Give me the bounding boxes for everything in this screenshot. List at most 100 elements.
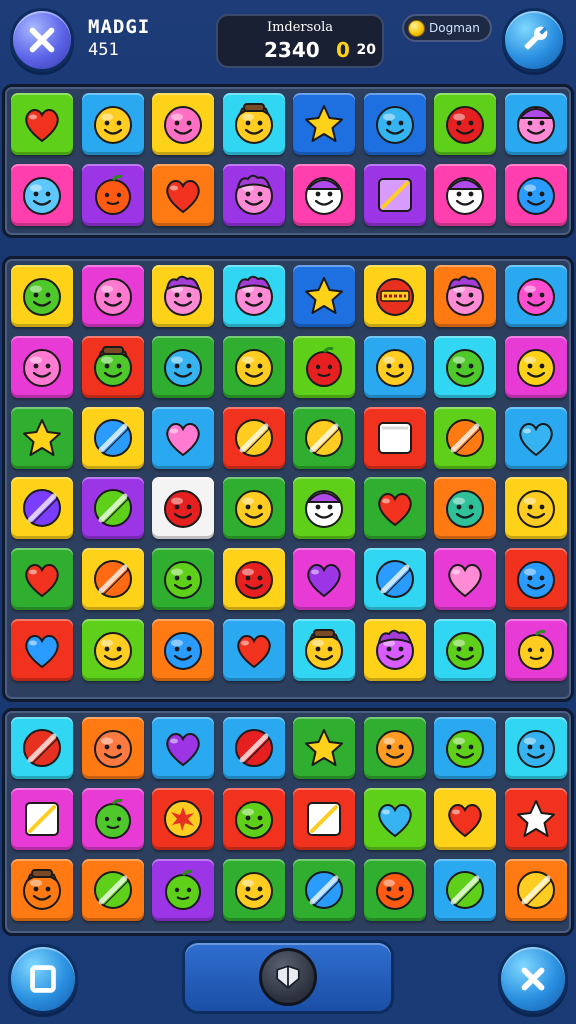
tile-middle-r3-c3[interactable] <box>152 406 214 469</box>
tile-bottom-r3-c3[interactable] <box>152 858 214 921</box>
tile-bottom-r2-c5[interactable] <box>293 787 355 850</box>
tile-middle-r6-c4[interactable] <box>222 619 285 681</box>
tile-middle-r5-c2[interactable] <box>81 548 144 611</box>
tile-middle-r4-c7[interactable] <box>434 477 496 540</box>
star-icon <box>305 105 343 142</box>
tile-bottom-r3-c5[interactable] <box>293 858 355 921</box>
tile-top-r2-c7[interactable] <box>434 163 496 226</box>
tile-top-r2-c5[interactable] <box>293 163 355 226</box>
tile-middle-r1-c7[interactable] <box>434 265 496 327</box>
tile-middle-r6-c2[interactable] <box>81 619 144 681</box>
tile-top-r1-c4[interactable] <box>222 93 285 155</box>
tile-middle-r5-c5[interactable] <box>293 548 355 611</box>
tile-middle-r6-c7[interactable] <box>434 619 496 681</box>
tile-middle-r5-c4[interactable] <box>222 548 285 611</box>
tile-bottom-r2-c3[interactable] <box>152 787 214 850</box>
tile-bottom-r2-c1[interactable] <box>11 787 73 850</box>
tile-top-r1-c8[interactable] <box>504 93 567 155</box>
tile-middle-r3-c7[interactable] <box>434 406 496 469</box>
tile-middle-r4-c6[interactable] <box>363 477 426 540</box>
tile-middle-r6-c1[interactable] <box>11 619 73 681</box>
tile-middle-r1-c6[interactable] <box>363 265 426 327</box>
tile-middle-r5-c1[interactable] <box>11 548 73 611</box>
tile-middle-r1-c4[interactable] <box>222 265 285 327</box>
tile-middle-r3-c5[interactable] <box>293 406 355 469</box>
tile-middle-r5-c7[interactable] <box>434 548 496 611</box>
tile-bottom-r1-c6[interactable] <box>363 717 426 779</box>
tile-middle-r6-c8[interactable] <box>504 619 567 681</box>
tile-top-r1-c6[interactable] <box>363 93 426 155</box>
tile-bottom-r3-c8[interactable] <box>504 858 567 921</box>
tile-bottom-r2-c6[interactable] <box>363 787 426 850</box>
tile-middle-r1-c3[interactable] <box>152 265 214 327</box>
smiley-icon <box>164 490 202 529</box>
coin-counter[interactable]: Dogman <box>402 14 492 42</box>
tile-top-r2-c4[interactable] <box>222 163 285 226</box>
tile-bottom-r2-c4[interactable] <box>222 787 285 850</box>
board-top <box>2 84 574 238</box>
tile-middle-r6-c6[interactable] <box>363 619 426 681</box>
tile-top-r1-c3[interactable] <box>152 93 214 155</box>
cancel-button[interactable] <box>498 944 568 1014</box>
tile-bottom-r3-c4[interactable] <box>222 858 285 921</box>
tile-middle-r2-c1[interactable] <box>11 335 73 398</box>
tile-middle-r1-c1[interactable] <box>11 265 73 327</box>
tile-middle-r1-c2[interactable] <box>81 265 144 327</box>
tile-top-r2-c1[interactable] <box>11 163 73 226</box>
close-button[interactable] <box>10 8 74 72</box>
tile-bottom-r3-c7[interactable] <box>434 858 496 921</box>
tile-top-r1-c7[interactable] <box>434 93 496 155</box>
tile-top-r2-c2[interactable] <box>81 163 144 226</box>
tile-middle-r3-c6[interactable] <box>363 406 426 469</box>
tile-bottom-r1-c3[interactable] <box>152 717 214 779</box>
tile-middle-r2-c2[interactable] <box>81 335 144 398</box>
tile-bottom-r1-c1[interactable] <box>11 717 73 779</box>
booster-button[interactable] <box>259 948 317 1006</box>
tile-bottom-r2-c7[interactable] <box>434 787 496 850</box>
tile-middle-r5-c8[interactable] <box>504 548 567 611</box>
tile-middle-r2-c3[interactable] <box>152 335 214 398</box>
tile-bottom-r1-c4[interactable] <box>222 717 285 779</box>
tile-middle-r4-c1[interactable] <box>11 477 73 540</box>
tile-middle-r6-c3[interactable] <box>152 619 214 681</box>
tile-middle-r2-c8[interactable] <box>504 335 567 398</box>
tile-top-r1-c5[interactable] <box>293 93 355 155</box>
tile-middle-r1-c8[interactable] <box>504 265 567 327</box>
tile-bottom-r3-c2[interactable] <box>81 858 144 921</box>
level-number: 451 <box>88 40 119 60</box>
tile-middle-r2-c6[interactable] <box>363 335 426 398</box>
tile-middle-r5-c3[interactable] <box>152 548 214 611</box>
tile-middle-r3-c1[interactable] <box>11 406 73 469</box>
tile-bottom-r1-c2[interactable] <box>81 717 144 779</box>
tile-bottom-r1-c5[interactable] <box>293 717 355 779</box>
tile-top-r1-c2[interactable] <box>81 93 144 155</box>
tile-top-r2-c8[interactable] <box>504 163 567 226</box>
smiley-icon <box>164 561 202 600</box>
tile-middle-r2-c5[interactable] <box>293 335 355 398</box>
tile-bottom-r2-c8[interactable] <box>504 787 567 850</box>
slash-ball-icon <box>93 560 132 599</box>
tile-middle-r6-c5[interactable] <box>293 619 355 681</box>
tile-middle-r2-c7[interactable] <box>434 335 496 398</box>
tile-bottom-r3-c1[interactable] <box>11 858 73 921</box>
tile-middle-r5-c6[interactable] <box>363 548 426 611</box>
tile-bottom-r3-c6[interactable] <box>363 858 426 921</box>
frame-button[interactable] <box>8 944 78 1014</box>
tile-top-r2-c3[interactable] <box>152 163 214 226</box>
tile-bottom-r2-c2[interactable] <box>81 787 144 850</box>
tile-top-r1-c1[interactable] <box>11 93 73 155</box>
tile-middle-r4-c3[interactable] <box>152 477 214 540</box>
tile-middle-r3-c2[interactable] <box>81 406 144 469</box>
tile-middle-r3-c4[interactable] <box>222 406 285 469</box>
tile-bottom-r1-c7[interactable] <box>434 717 496 779</box>
tile-bottom-r1-c8[interactable] <box>504 717 567 779</box>
tile-top-r2-c6[interactable] <box>363 163 426 226</box>
tile-middle-r4-c5[interactable] <box>293 477 355 540</box>
tile-middle-r1-c5[interactable] <box>293 265 355 327</box>
tile-middle-r3-c8[interactable] <box>504 406 567 469</box>
tile-middle-r2-c4[interactable] <box>222 335 285 398</box>
tile-middle-r4-c8[interactable] <box>504 477 567 540</box>
tools-button[interactable] <box>502 8 566 72</box>
tile-middle-r4-c2[interactable] <box>81 477 144 540</box>
tile-middle-r4-c4[interactable] <box>222 477 285 540</box>
